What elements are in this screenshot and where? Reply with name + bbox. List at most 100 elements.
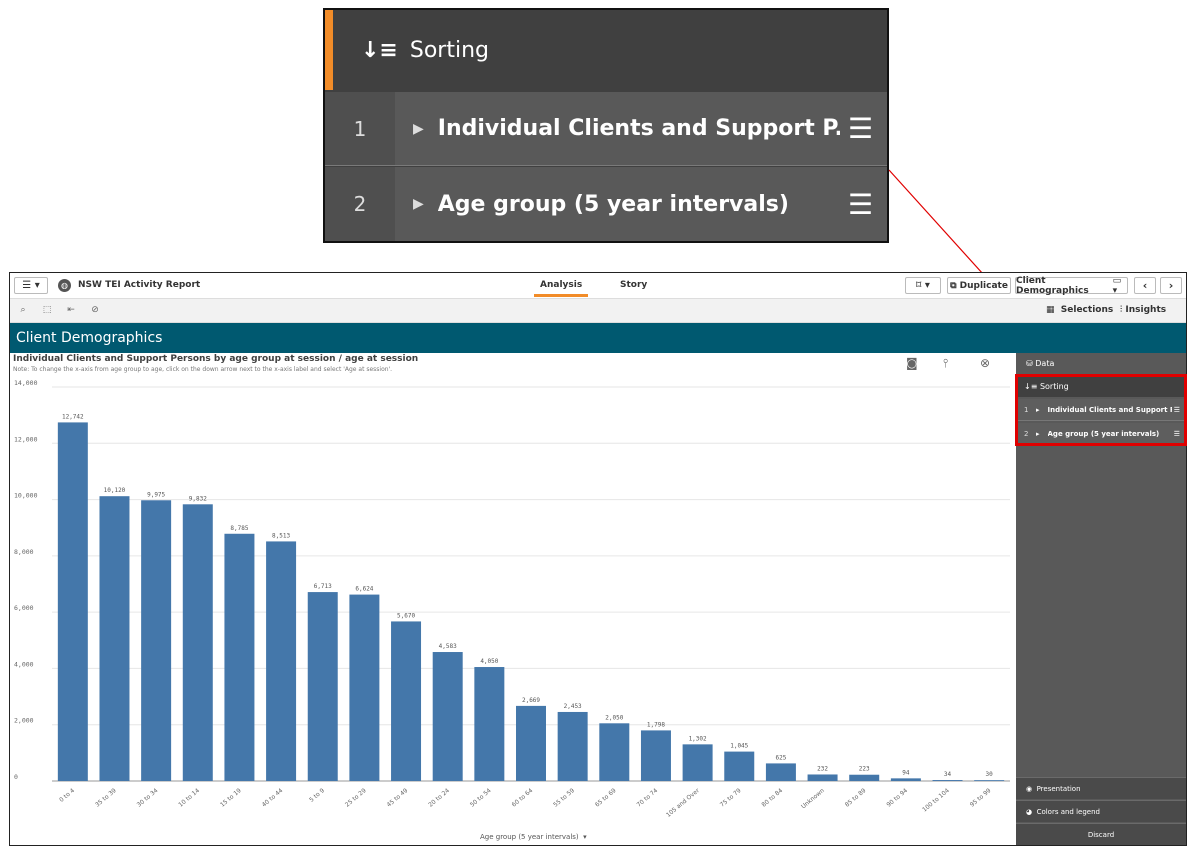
x-tick-label: Unknown — [800, 787, 826, 810]
data-label: 8,785 — [230, 525, 248, 532]
duplicate-button[interactable]: ⧉ Duplicate — [947, 277, 1011, 294]
bar-chart[interactable]: 0 2,000 4,000 6,000 8,000 10,000 12,000 14,000 1… — [10, 353, 1016, 845]
selection-tool-icon[interactable]: ⬚ — [40, 304, 54, 316]
bar[interactable] — [307, 592, 338, 781]
bar[interactable] — [432, 652, 463, 781]
x-axis-label: Age group (5 year intervals) — [480, 833, 579, 841]
x-tick-label: 105 and Over — [665, 787, 701, 819]
selections-icon: ▦ — [1046, 305, 1061, 315]
bar[interactable] — [516, 705, 546, 781]
app-globe-icon: ◍ — [58, 279, 71, 292]
bar[interactable] — [640, 730, 671, 781]
x-tick-label: 25 to 29 — [344, 787, 368, 809]
eye-icon: ◉ — [1026, 784, 1037, 793]
x-tick-label: 30 to 34 — [136, 787, 160, 809]
x-tick-label: 65 to 69 — [594, 787, 618, 809]
bar[interactable] — [391, 621, 422, 781]
next-sheet-button[interactable]: › — [1160, 277, 1182, 294]
clear-selections-icon[interactable]: ⊘ — [88, 304, 102, 316]
x-tick-label: 85 to 89 — [844, 787, 868, 809]
data-label: 6,713 — [314, 583, 332, 590]
bar[interactable] — [724, 751, 755, 781]
highlight-box — [1015, 374, 1187, 446]
data-label: 1,045 — [730, 743, 748, 750]
x-axis-label-button[interactable]: Age group (5 year intervals) ▾ — [480, 833, 587, 841]
tab-analysis[interactable]: Analysis — [533, 280, 589, 297]
data-label: 4,050 — [480, 658, 498, 665]
snapshot-icon[interactable]: ◙ — [906, 356, 918, 370]
x-tick-label: 90 to 94 — [885, 787, 909, 809]
bar[interactable] — [557, 711, 588, 781]
bar[interactable] — [224, 533, 255, 781]
bar[interactable] — [57, 422, 88, 781]
data-label: 94 — [902, 769, 910, 776]
data-label: 2,453 — [564, 703, 582, 710]
bar[interactable] — [974, 780, 1005, 781]
insights-button[interactable]: ⫶ Insights — [1120, 305, 1166, 315]
x-tick-label: 70 to 74 — [636, 787, 660, 809]
bar[interactable] — [807, 774, 838, 781]
bookmark-button[interactable]: ⌑ ▾ — [905, 277, 941, 294]
data-label: 232 — [817, 765, 828, 772]
bar[interactable] — [266, 541, 297, 781]
x-tick-label: 60 to 64 — [511, 787, 535, 809]
y-tick-label: 8,000 — [14, 548, 34, 556]
colors-legend-section[interactable]: ◕ Colors and legend — [1016, 800, 1186, 822]
exploration-panel: ⛁ Data ↓≡ Sorting 1 ▸ Individual Clients… — [1015, 353, 1187, 845]
bar[interactable] — [932, 780, 963, 781]
data-label: 30 — [986, 771, 994, 778]
y-tick-label: 4,000 — [14, 660, 34, 668]
chevron-right-icon: › — [1168, 279, 1174, 292]
data-label: 2,669 — [522, 697, 540, 704]
chart-area[interactable]: 0 2,000 4,000 6,000 8,000 10,000 12,000 14,000 1… — [10, 353, 1016, 845]
bar[interactable] — [890, 778, 921, 781]
sheet-selector[interactable]: Client Demographics ▭ ▾ — [1015, 276, 1128, 296]
exploration-menu-icon[interactable]: ⫯ — [943, 356, 948, 371]
bar[interactable] — [182, 504, 213, 781]
discard-label: Discard — [1087, 830, 1115, 839]
step-back-icon[interactable]: ⇤ — [64, 304, 78, 316]
presentation-section[interactable]: ◉ Presentation — [1016, 777, 1186, 799]
data-label: 9,975 — [147, 491, 165, 498]
bar[interactable] — [849, 774, 880, 781]
x-tick-label: 75 to 79 — [719, 787, 743, 809]
sheet-title-bar: Client Demographics — [10, 323, 1186, 353]
data-label: 223 — [859, 766, 870, 773]
selection-toolbar: ⌕ ⬚ ⇤ ⊘ ▦ Selections ⫶ Insights — [10, 299, 1186, 323]
duplicate-label: Duplicate — [959, 280, 1008, 291]
x-tick-label: 95 to 99 — [969, 787, 993, 809]
y-tick-label: 10,000 — [14, 492, 38, 500]
data-label: 12,742 — [62, 413, 84, 420]
selections-button[interactable]: ▦ Selections — [1046, 305, 1113, 315]
x-tick-label: 45 to 49 — [386, 787, 410, 809]
x-tick-label: 20 to 24 — [427, 787, 451, 809]
tab-story[interactable]: Story — [620, 280, 647, 290]
x-tick-label: 35 to 39 — [94, 787, 118, 809]
close-icon[interactable]: ⊗ — [980, 356, 990, 370]
previous-sheet-button[interactable]: ‹ — [1134, 277, 1156, 294]
insights-label: Insights — [1125, 305, 1167, 315]
y-tick-label: 2,000 — [14, 717, 34, 725]
duplicate-icon: ⧉ — [950, 280, 960, 291]
data-section[interactable]: ⛁ Data — [1016, 353, 1186, 373]
chevron-left-icon: ‹ — [1142, 279, 1148, 292]
data-label: Data — [1035, 358, 1055, 368]
bar[interactable] — [141, 500, 172, 781]
bar[interactable] — [99, 496, 130, 781]
presentation-label: Presentation — [1036, 784, 1081, 793]
bar[interactable] — [349, 594, 380, 781]
smart-search-icon[interactable]: ⌕ — [16, 304, 30, 316]
data-label: 9,832 — [189, 495, 207, 502]
data-label: 1,798 — [647, 721, 665, 728]
bar[interactable] — [765, 763, 796, 781]
y-tick-label: 12,000 — [14, 435, 38, 443]
data-label: 8,513 — [272, 532, 290, 539]
bar[interactable] — [682, 744, 713, 781]
qlik-app-window: ☰ ▾ ◍ NSW TEI Activity Report Analysis S… — [9, 272, 1187, 846]
x-tick-label: 55 to 59 — [552, 787, 576, 809]
global-menu-button[interactable]: ☰ ▾ — [14, 277, 48, 294]
discard-button[interactable]: Discard — [1016, 823, 1186, 845]
data-label: 2,050 — [605, 714, 623, 721]
bar[interactable] — [474, 667, 505, 781]
bar[interactable] — [599, 723, 630, 781]
